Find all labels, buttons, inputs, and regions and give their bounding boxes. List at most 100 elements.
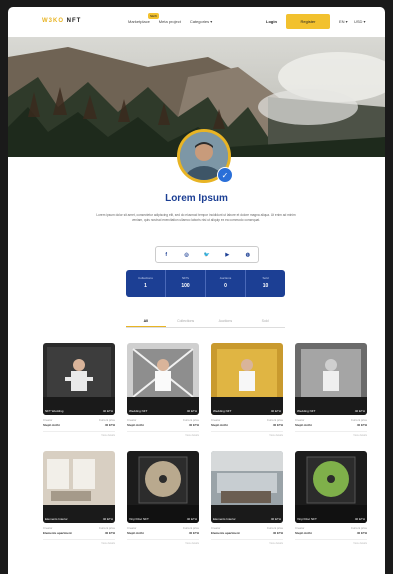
card-footer[interactable]: View details: [127, 539, 199, 545]
avatar-ring: ✓: [177, 129, 233, 183]
nft-card-image: Wedding NFT 40 ETH: [127, 343, 199, 415]
verified-icon: ✓: [217, 167, 233, 183]
card-title: NFT Wedding: [45, 409, 64, 413]
card-footer[interactable]: View details: [295, 539, 367, 545]
logo-mark: W3KO: [42, 18, 64, 24]
youtube-icon[interactable]: ▶: [221, 252, 233, 258]
instagram-icon[interactable]: ◎: [181, 252, 193, 258]
card-caption: Wedding NFT 40 ETH: [213, 409, 281, 413]
stat-value: 0: [224, 283, 227, 289]
stat-collections: Collections 1: [126, 270, 166, 297]
creator-label: Creator: [295, 526, 305, 530]
nav-meta-project[interactable]: Meta project: [159, 19, 181, 24]
tab-collections[interactable]: Collections: [166, 319, 206, 327]
nav-categories[interactable]: Categories ▾: [190, 19, 212, 24]
nft-card[interactable]: Wedding NFT 40 ETH Creator Steph Anthi Cur…: [211, 343, 283, 437]
stat-value: 1: [144, 283, 147, 289]
nft-image: [127, 343, 199, 415]
card-footer[interactable]: View details: [295, 431, 367, 437]
brand-logo[interactable]: W3KO NFT: [42, 18, 81, 24]
nft-card-image: Wedding NFT 40 ETH: [211, 343, 283, 415]
creator-name: Elements apartment: [43, 531, 72, 535]
content-tabs: All Collections Auctions Sold: [126, 319, 285, 328]
card-title: Wedding NFT: [129, 409, 148, 413]
nav-links: Marketplace NEW Meta project Categories ▾: [128, 13, 212, 24]
price-value: 40 ETH: [104, 531, 115, 535]
creator-name: Steph Anthi: [295, 531, 312, 535]
social-links: f ◎ 🐦 ▶ ◍: [155, 246, 259, 263]
card-price: 40 ETH: [102, 517, 113, 521]
nft-card[interactable]: Wedding NFT 40 ETH Creator Steph Anthi Cur…: [127, 343, 199, 437]
nft-card[interactable]: Vinyl Disc NFT 40 ETH Creator Steph Anthi …: [127, 451, 199, 545]
card-title: Vinyl Disc NFT: [297, 517, 317, 521]
nft-image: [127, 451, 199, 523]
card-price: 40 ETH: [102, 409, 113, 413]
card-info: Creator Steph Anthi Current price 40 ETH: [43, 418, 115, 427]
profile-name: Lorem Ipsum: [165, 193, 228, 204]
card-info: Creator Steph Anthi Current price 40 ETH: [295, 526, 367, 535]
card-footer[interactable]: View details: [43, 539, 115, 545]
card-info: Creator Elements apartment Current price 4…: [211, 526, 283, 535]
nft-card[interactable]: Vinyl Disc NFT 40 ETH Creator Steph Anthi …: [295, 451, 367, 545]
nft-card-image: Elements Interior 40 ETH: [211, 451, 283, 523]
stat-auctions: Auctions 0: [206, 270, 246, 297]
nft-image: [211, 343, 283, 415]
card-info: Creator Steph Anthi Current price 40 ETH: [127, 418, 199, 427]
price-value: 40 ETH: [356, 423, 367, 427]
card-footer[interactable]: View details: [211, 431, 283, 437]
currency-select[interactable]: USD ▾: [354, 19, 366, 24]
website-icon[interactable]: ◍: [242, 252, 254, 258]
creator-name: Steph Anthi: [127, 531, 144, 535]
facebook-icon[interactable]: f: [160, 252, 172, 258]
creator-name: Steph Anthi: [43, 423, 60, 427]
nft-image: [43, 343, 115, 415]
creator-label: Creator: [211, 418, 221, 422]
card-caption: Vinyl Disc NFT 40 ETH: [129, 517, 197, 521]
tab-sold[interactable]: Sold: [245, 319, 285, 327]
stat-nfts: NFTs 100: [166, 270, 206, 297]
price-value: 40 ETH: [356, 531, 367, 535]
creator-name: Steph Anthi: [295, 423, 312, 427]
card-title: Vinyl Disc NFT: [129, 517, 149, 521]
nav-marketplace[interactable]: Marketplace NEW: [128, 13, 159, 24]
stat-label: Sold: [262, 276, 269, 280]
card-info: Creator Steph Anthi Current price 40 ETH: [211, 418, 283, 427]
tab-auctions[interactable]: Auctions: [206, 319, 246, 327]
nft-card-image: Vinyl Disc NFT 40 ETH: [295, 451, 367, 523]
top-navbar: W3KO NFT Marketplace NEW Meta project Cat…: [8, 7, 385, 37]
nft-image: [295, 451, 367, 523]
card-footer[interactable]: View details: [43, 431, 115, 437]
creator-label: Creator: [43, 526, 53, 530]
stat-label: Collections: [138, 276, 153, 280]
card-caption: Wedding NFT 40 ETH: [297, 409, 365, 413]
card-price: 40 ETH: [270, 409, 281, 413]
register-button[interactable]: Register: [286, 14, 330, 29]
price-label: Current price: [266, 526, 283, 530]
login-link[interactable]: Login: [266, 19, 277, 24]
nft-image: [211, 451, 283, 523]
stat-value: 10: [262, 283, 269, 289]
card-caption: Elements Interior 40 ETH: [45, 517, 113, 521]
nft-card[interactable]: Elements Interior 40 ETH Creator Elements …: [43, 451, 115, 545]
nft-card[interactable]: NFT Wedding 40 ETH Creator Steph Anthi Cur…: [43, 343, 115, 437]
price-label: Current price: [182, 526, 199, 530]
creator-name: Steph Anthi: [127, 423, 144, 427]
card-price: 40 ETH: [186, 517, 197, 521]
nft-card[interactable]: Wedding NFT 40 ETH Creator Steph Anthi Cur…: [295, 343, 367, 437]
language-select[interactable]: EN ▾: [339, 19, 348, 24]
card-info: Creator Steph Anthi Current price 40 ETH: [295, 418, 367, 427]
stat-label: NFTs: [182, 276, 189, 280]
stat-value: 100: [181, 283, 190, 289]
twitter-icon[interactable]: 🐦: [201, 252, 213, 258]
card-title: Wedding NFT: [213, 409, 232, 413]
card-caption: Vinyl Disc NFT 40 ETH: [297, 517, 365, 521]
creator-label: Creator: [295, 418, 305, 422]
nft-card[interactable]: Elements Interior 40 ETH Creator Elements …: [211, 451, 283, 545]
card-info: Creator Elements apartment Current price 4…: [43, 526, 115, 535]
stat-sold: Sold 10: [246, 270, 285, 297]
logo-text: NFT: [66, 18, 82, 24]
card-footer[interactable]: View details: [127, 431, 199, 437]
tab-all[interactable]: All: [126, 319, 166, 327]
card-footer[interactable]: View details: [211, 539, 283, 545]
price-label: Current price: [350, 418, 367, 422]
